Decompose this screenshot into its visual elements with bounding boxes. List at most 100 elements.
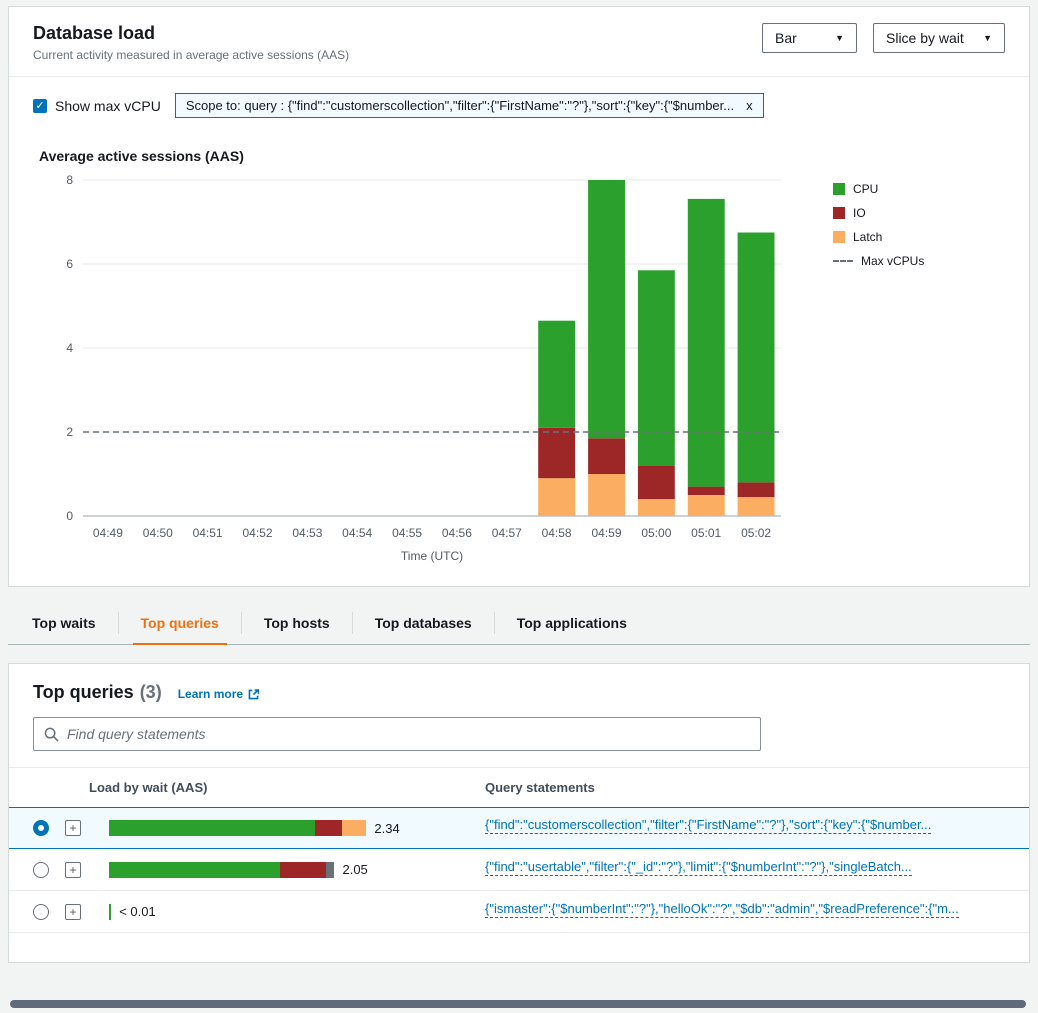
max-vcpus-dash-icon <box>833 260 853 262</box>
row-select-radio[interactable] <box>33 862 49 878</box>
load-bar <box>109 862 334 878</box>
tab-separator <box>241 612 242 634</box>
show-max-vcpu-label: Show max vCPU <box>55 98 161 114</box>
external-link-icon <box>247 688 260 701</box>
query-search-box <box>33 717 761 751</box>
svg-text:04:58: 04:58 <box>542 526 572 540</box>
expand-cell: + <box>65 862 109 878</box>
radio-cell <box>9 820 65 836</box>
header-divider <box>9 76 1029 77</box>
chip-close-button[interactable]: x <box>746 98 753 113</box>
load-bar-segment-cpu <box>109 862 280 878</box>
top-queries-panel: Top queries (3) Learn more Load by wait … <box>8 663 1030 963</box>
svg-text:04:55: 04:55 <box>392 526 422 540</box>
tab-top-applications[interactable]: Top applications <box>509 601 635 645</box>
chevron-down-icon: ▼ <box>835 33 844 43</box>
checkbox-check-icon: ✓ <box>33 99 47 113</box>
aas-stacked-bar-chart: 0246804:4904:5004:5104:5204:5304:5404:55… <box>33 166 833 566</box>
chart-type-value: Bar <box>775 30 797 46</box>
svg-text:04:57: 04:57 <box>492 526 522 540</box>
show-max-vcpu-checkbox[interactable]: ✓ Show max vCPU <box>33 98 161 114</box>
svg-text:05:00: 05:00 <box>641 526 671 540</box>
legend-item-cpu: CPU <box>833 182 983 196</box>
column-load-by-wait: Load by wait (AAS) <box>89 780 485 795</box>
load-bar-segment-cpu <box>109 820 315 836</box>
load-bar <box>109 904 111 920</box>
radio-cell <box>9 904 65 920</box>
page-title: Database load <box>33 23 349 44</box>
query-statement-link[interactable]: {"ismaster":{"$numberInt":"?"},"helloOk"… <box>485 901 959 918</box>
load-value: < 0.01 <box>119 904 156 919</box>
learn-more-label: Learn more <box>178 687 243 701</box>
load-cell: < 0.01 <box>109 904 485 920</box>
learn-more-link[interactable]: Learn more <box>178 687 260 701</box>
slice-by-value: Slice by wait <box>886 30 964 46</box>
table-row[interactable]: + 2.34 {"find":"customerscollection","fi… <box>9 807 1029 849</box>
chart-title: Average active sessions (AAS) <box>39 148 1005 164</box>
query-cell: {"find":"usertable","filter":{"_id":"?"}… <box>485 859 1029 881</box>
tab-top-hosts[interactable]: Top hosts <box>256 601 338 645</box>
query-statement-link[interactable]: {"find":"customerscollection","filter":{… <box>485 817 931 834</box>
top-queries-title: Top queries <box>33 682 134 703</box>
tab-separator <box>494 612 495 634</box>
panel-header-text: Database load Current activity measured … <box>33 23 349 62</box>
legend-label-max-vcpus: Max vCPUs <box>861 254 924 268</box>
chart-area: 0246804:4904:5004:5104:5204:5304:5404:55… <box>33 166 1005 566</box>
top-queries-count: (3) <box>140 682 162 703</box>
query-cell: {"ismaster":{"$numberInt":"?"},"helloOk"… <box>485 901 1029 923</box>
query-statement-link[interactable]: {"find":"usertable","filter":{"_id":"?"}… <box>485 859 912 876</box>
svg-text:04:51: 04:51 <box>193 526 223 540</box>
slice-by-dropdown[interactable]: Slice by wait ▼ <box>873 23 1005 53</box>
load-bar <box>109 820 366 836</box>
legend-item-max-vcpus: Max vCPUs <box>833 254 983 268</box>
load-bar-segment-other <box>326 862 335 878</box>
svg-text:04:49: 04:49 <box>93 526 123 540</box>
legend-label-latch: Latch <box>853 230 882 244</box>
load-cell: 2.34 <box>109 820 485 836</box>
table-row[interactable]: + 2.05 {"find":"usertable","filter":{"_i… <box>9 849 1029 891</box>
legend-item-latch: Latch <box>833 230 983 244</box>
svg-text:4: 4 <box>66 341 73 355</box>
row-select-radio[interactable] <box>33 904 49 920</box>
svg-text:Time (UTC): Time (UTC) <box>401 549 463 563</box>
legend-label-cpu: CPU <box>853 182 878 196</box>
expand-cell: + <box>65 904 109 920</box>
svg-text:04:52: 04:52 <box>242 526 272 540</box>
tab-top-waits[interactable]: Top waits <box>24 601 104 645</box>
query-cell: {"find":"customerscollection","filter":{… <box>485 817 1029 839</box>
latch-swatch-icon <box>833 231 845 243</box>
svg-text:04:59: 04:59 <box>591 526 621 540</box>
table-header: Load by wait (AAS) Query statements <box>9 767 1029 808</box>
svg-text:6: 6 <box>66 257 73 271</box>
legend-item-io: IO <box>833 206 983 220</box>
svg-text:0: 0 <box>66 509 73 523</box>
chevron-down-icon: ▼ <box>983 33 992 43</box>
chart-legend: CPU IO Latch Max vCPUs <box>833 166 983 268</box>
expand-row-icon[interactable]: + <box>65 904 81 920</box>
table-row[interactable]: + < 0.01 {"ismaster":{"$numberInt":"?"},… <box>9 891 1029 933</box>
cpu-swatch-icon <box>833 183 845 195</box>
tab-separator <box>118 612 119 634</box>
load-bar-segment-latch <box>342 820 366 836</box>
svg-text:04:56: 04:56 <box>442 526 472 540</box>
tab-top-databases[interactable]: Top databases <box>367 601 480 645</box>
filter-row: ✓ Show max vCPU Scope to: query : {"find… <box>33 93 1005 118</box>
search-input[interactable] <box>67 726 750 742</box>
expand-row-icon[interactable]: + <box>65 862 81 878</box>
load-value: 2.34 <box>374 821 399 836</box>
scope-filter-chip: Scope to: query : {"find":"customerscoll… <box>175 93 764 118</box>
svg-text:04:54: 04:54 <box>342 526 372 540</box>
tab-separator <box>352 612 353 634</box>
svg-text:05:01: 05:01 <box>691 526 721 540</box>
load-bar-segment-io <box>280 862 326 878</box>
load-value: 2.05 <box>342 862 367 877</box>
chart-type-dropdown[interactable]: Bar ▼ <box>762 23 857 53</box>
header-controls: Bar ▼ Slice by wait ▼ <box>762 23 1005 53</box>
tab-top-queries[interactable]: Top queries <box>133 601 227 645</box>
io-swatch-icon <box>833 207 845 219</box>
load-cell: 2.05 <box>109 862 485 878</box>
svg-text:04:53: 04:53 <box>292 526 322 540</box>
expand-row-icon[interactable]: + <box>65 820 81 836</box>
row-select-radio[interactable] <box>33 820 49 836</box>
page-subtitle: Current activity measured in average act… <box>33 48 349 62</box>
